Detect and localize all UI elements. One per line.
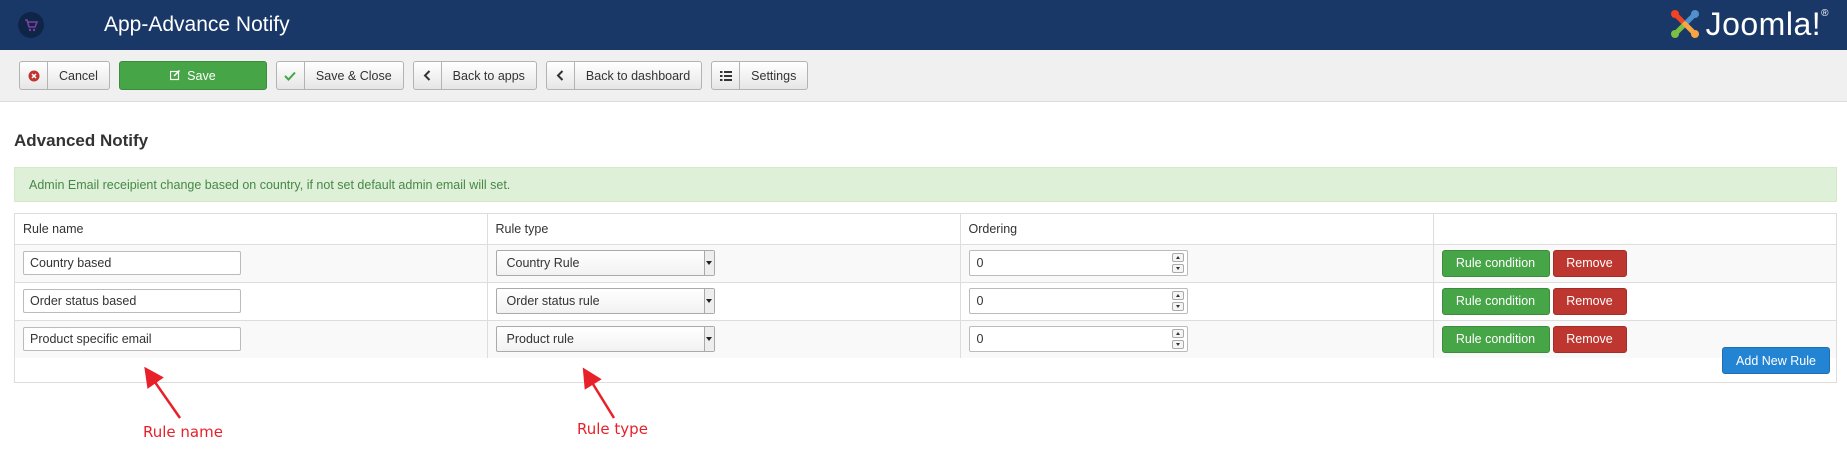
ordering-value: 0 xyxy=(976,332,984,347)
dropdown-arrow-icon xyxy=(703,327,714,352)
table-row: Order status rule 0 Rule conditionRemove xyxy=(15,281,1836,320)
page-title: Advanced Notify xyxy=(14,131,149,150)
main-content: Advanced Notify Admin Email receipient c… xyxy=(0,131,1847,383)
settings-button[interactable]: Settings xyxy=(711,61,809,90)
save-label: Save xyxy=(187,68,216,83)
add-new-rule-button[interactable]: Add New Rule xyxy=(1722,347,1830,374)
top-header: App-Advance Notify Joomla!® xyxy=(0,0,1847,50)
save-close-label: Save & Close xyxy=(315,68,392,83)
remove-button[interactable]: Remove xyxy=(1552,249,1627,277)
page-header-title: App-Advance Notify xyxy=(104,13,290,36)
chevron-left-icon xyxy=(414,62,442,89)
rule-name-input[interactable] xyxy=(23,327,241,352)
remove-button[interactable]: Remove xyxy=(1552,325,1627,353)
rules-table-container: Rule name Rule type Ordering Country Rul… xyxy=(14,213,1837,383)
chevron-left-icon xyxy=(547,62,575,89)
rule-type-select[interactable]: Order status rule xyxy=(495,288,715,314)
spin-up-icon[interactable] xyxy=(1171,253,1184,262)
save-close-button[interactable]: Save & Close xyxy=(275,61,404,90)
cart-icon xyxy=(18,12,44,38)
rule-condition-button[interactable]: Rule condition xyxy=(1441,249,1550,277)
annotation-rule-type: Rule type xyxy=(577,420,648,438)
table-row: Country Rule 0 Rule conditionRemove xyxy=(15,243,1836,282)
settings-label: Settings xyxy=(751,68,797,83)
rule-condition-button[interactable]: Rule condition xyxy=(1441,287,1550,315)
back-to-dashboard-label: Back to dashboard xyxy=(585,68,691,83)
annotation-rule-name: Rule name xyxy=(143,423,223,441)
info-alert: Admin Email receipient change based on c… xyxy=(14,167,1837,202)
rule-name-input[interactable] xyxy=(23,289,241,313)
column-header-actions xyxy=(1433,214,1836,244)
dropdown-arrow-icon xyxy=(703,289,714,313)
rule-type-select[interactable]: Country Rule xyxy=(495,250,715,276)
spin-down-icon[interactable] xyxy=(1171,340,1184,350)
ordering-input[interactable]: 0 xyxy=(968,326,1188,353)
dropdown-arrow-icon xyxy=(703,251,714,275)
spin-up-icon[interactable] xyxy=(1171,291,1184,300)
joomla-logo[interactable]: Joomla!® xyxy=(1668,4,1829,44)
list-icon xyxy=(712,62,741,89)
spin-down-icon[interactable] xyxy=(1171,302,1184,311)
back-to-dashboard-button[interactable]: Back to dashboard xyxy=(545,61,703,90)
cancel-button[interactable]: Cancel xyxy=(19,61,110,90)
rule-name-input[interactable] xyxy=(23,251,241,275)
rule-type-select[interactable]: Product rule xyxy=(495,326,715,353)
spin-up-icon[interactable] xyxy=(1171,329,1184,339)
column-header-ordering: Ordering xyxy=(960,214,1434,244)
rule-condition-button[interactable]: Rule condition xyxy=(1441,325,1550,353)
edit-icon xyxy=(170,62,181,89)
column-header-rule-name: Rule name xyxy=(15,214,488,244)
cancel-label: Cancel xyxy=(59,68,98,83)
ordering-input[interactable]: 0 xyxy=(968,250,1188,276)
save-button[interactable]: Save xyxy=(118,61,267,90)
ordering-input[interactable]: 0 xyxy=(968,288,1188,314)
back-to-apps-button[interactable]: Back to apps xyxy=(412,61,537,90)
rule-type-value: Country Rule xyxy=(506,256,580,270)
rules-table: Rule name Rule type Ordering Country Rul… xyxy=(15,214,1836,358)
remove-button[interactable]: Remove xyxy=(1552,287,1627,315)
column-header-rule-type: Rule type xyxy=(487,214,961,244)
ordering-value: 0 xyxy=(976,294,984,308)
ordering-value: 0 xyxy=(976,256,984,270)
table-row: Product rule 0 Rule conditionRemove xyxy=(15,319,1836,358)
joomla-icon xyxy=(1670,10,1699,38)
toolbar: Cancel Save Save & Close Back to apps Ba… xyxy=(0,50,1847,102)
rule-type-value: Order status rule xyxy=(506,294,600,308)
cancel-icon xyxy=(20,62,48,89)
table-header-row: Rule name Rule type Ordering xyxy=(15,214,1836,244)
back-to-apps-label: Back to apps xyxy=(452,68,525,83)
joomla-wordmark: Joomla!® xyxy=(1705,5,1829,42)
spin-down-icon[interactable] xyxy=(1171,264,1184,273)
check-icon xyxy=(277,62,305,89)
rule-type-value: Product rule xyxy=(506,332,574,347)
